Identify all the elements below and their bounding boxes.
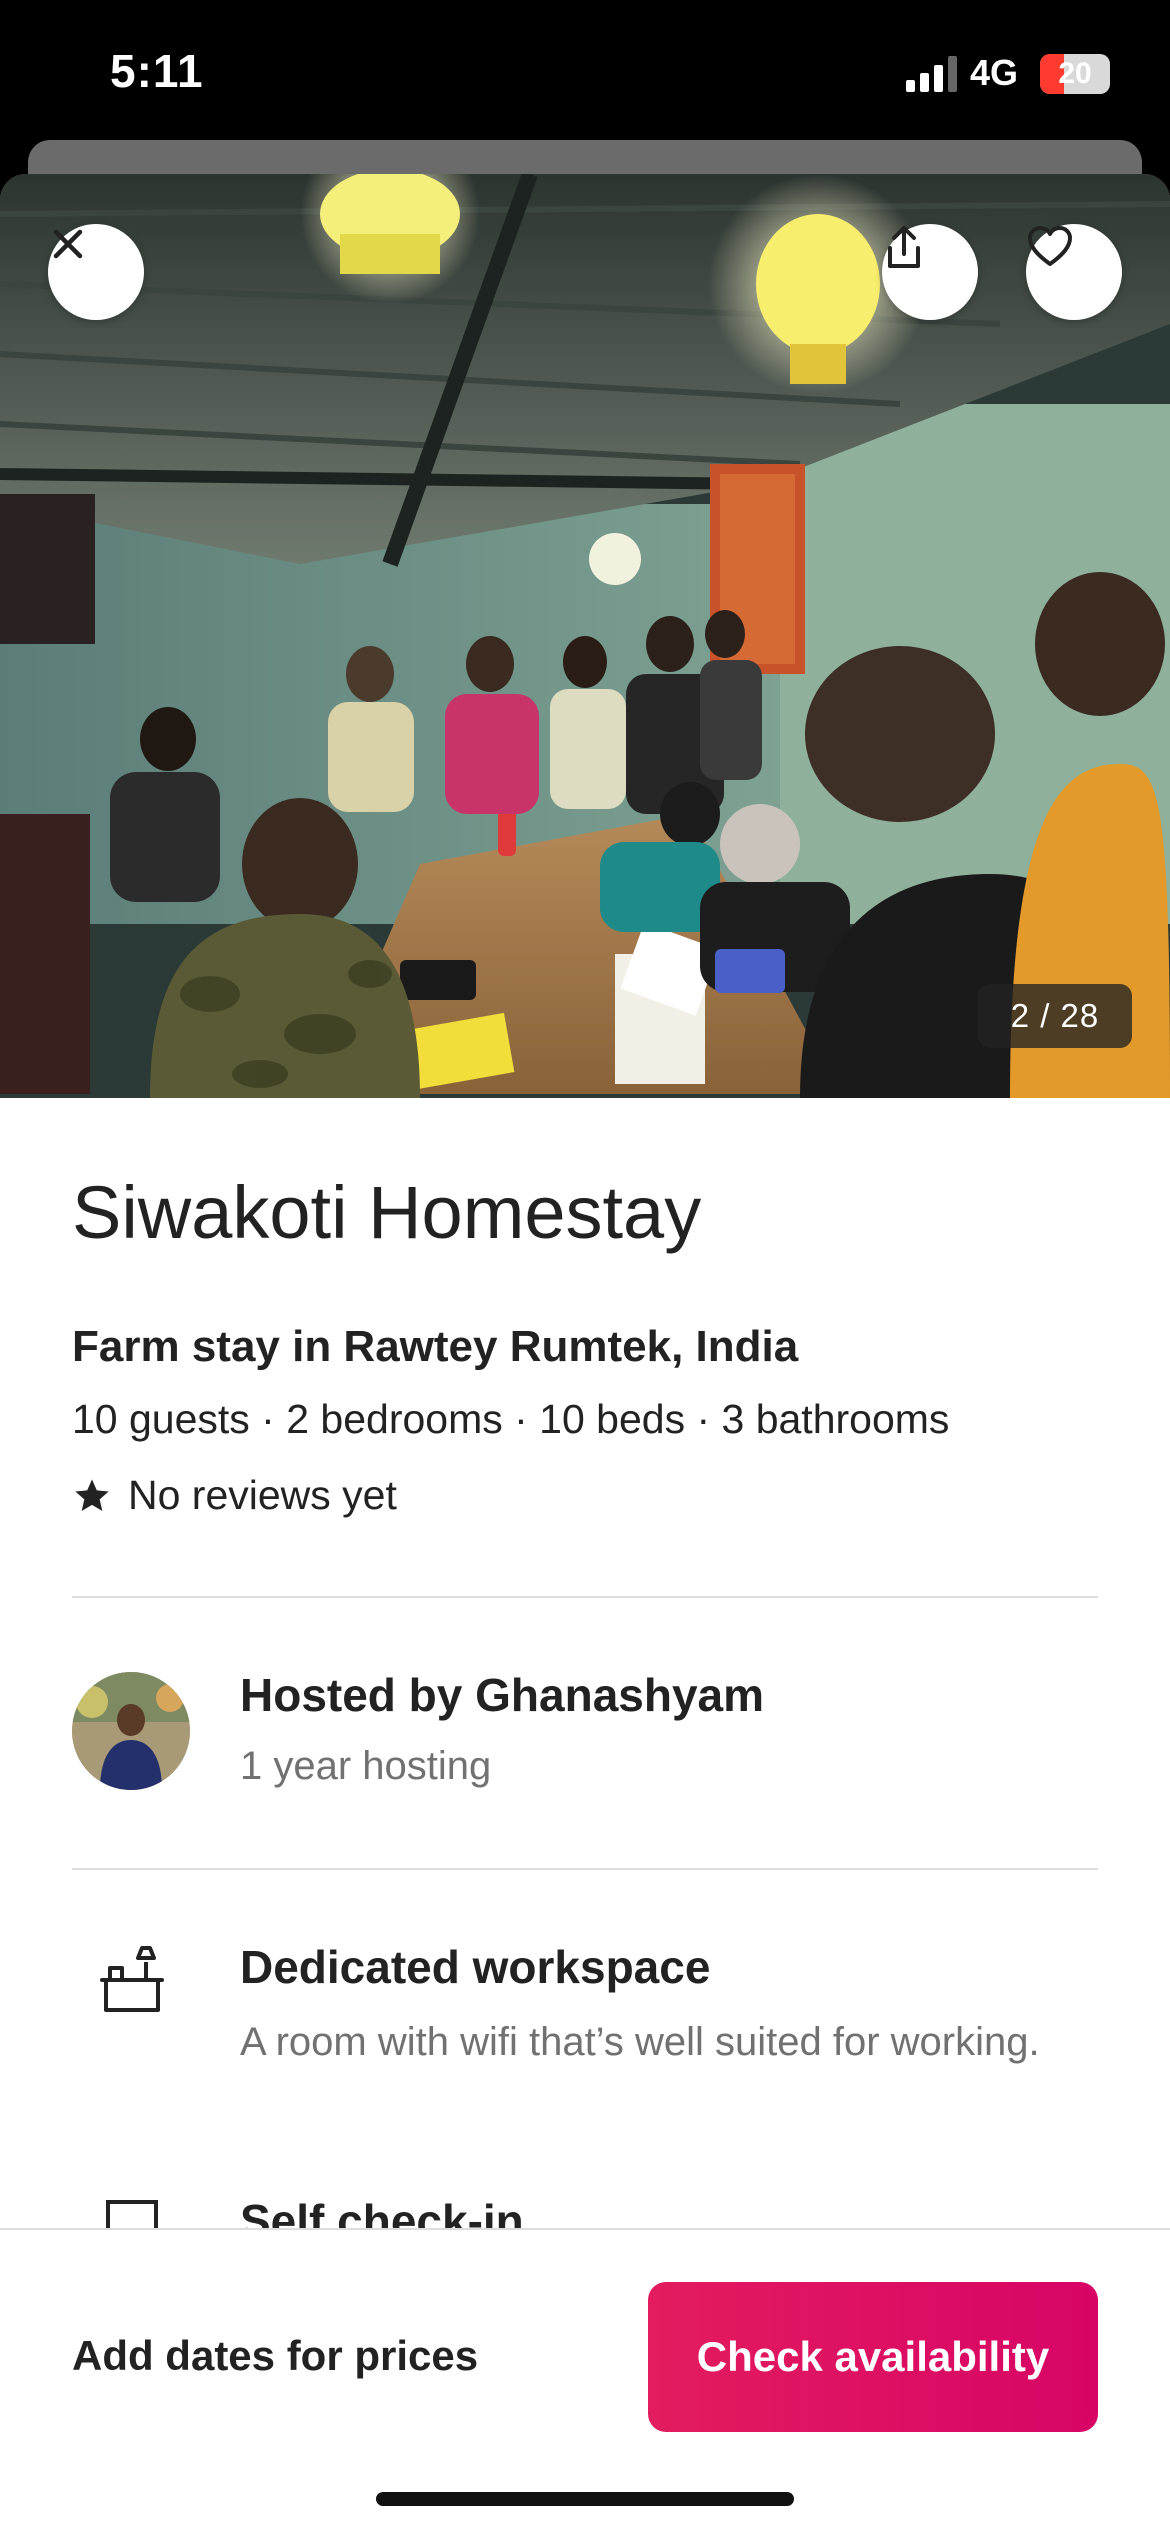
heart-icon — [1028, 226, 1072, 266]
listing-photo[interactable]: 2 / 28 — [0, 174, 1170, 1098]
signal-icon — [906, 56, 958, 92]
desk-icon — [100, 1946, 164, 2012]
status-bar: 5:11 4G 20 — [0, 0, 1170, 140]
battery-icon: 20 — [1040, 54, 1110, 94]
listing-subtitle: Farm stay in Rawtey Rumtek, India — [72, 1322, 799, 1371]
feature-title-checkin: Self check-in — [240, 2195, 524, 2228]
favorite-button[interactable] — [1026, 224, 1122, 320]
share-button[interactable] — [882, 224, 978, 320]
divider — [72, 1596, 1098, 1598]
photo-illustration — [0, 174, 1170, 1098]
host-name[interactable]: Hosted by Ghanashyam — [240, 1668, 764, 1722]
battery-level: 20 — [1058, 57, 1092, 90]
feature-title-workspace: Dedicated workspace — [240, 1941, 711, 1993]
host-years: 1 year hosting — [240, 1744, 492, 1788]
add-dates-link[interactable]: Add dates for prices — [72, 2332, 478, 2380]
home-indicator[interactable] — [376, 2492, 794, 2506]
listing-details: 10 guests · 2 bedrooms · 10 beds · 3 bat… — [72, 1396, 950, 1442]
listing-title-text: Siwakoti Homestay — [72, 1171, 702, 1254]
reviews-text: No reviews yet — [128, 1472, 397, 1518]
door-icon — [106, 2200, 158, 2228]
photo-counter: 2 / 28 — [978, 984, 1132, 1048]
network-type: 4G — [970, 52, 1019, 93]
close-icon — [53, 229, 83, 259]
feature-self-checkin: Self check-in — [0, 2180, 1170, 2228]
share-icon — [888, 226, 920, 268]
check-availability-button[interactable]: Check availability — [648, 2282, 1098, 2432]
divider — [72, 1868, 1098, 1870]
star-icon — [75, 1478, 109, 1511]
feature-desc-workspace: A room with wifi that’s well suited for … — [240, 2020, 1040, 2064]
avatar-image — [72, 1672, 190, 1790]
reviews-summary: No reviews yet — [72, 1472, 397, 1519]
status-time: 5:11 — [110, 45, 204, 97]
host-avatar[interactable] — [72, 1672, 190, 1790]
booking-footer: Add dates for prices Check availability — [0, 2228, 1170, 2532]
close-button[interactable] — [48, 224, 144, 320]
